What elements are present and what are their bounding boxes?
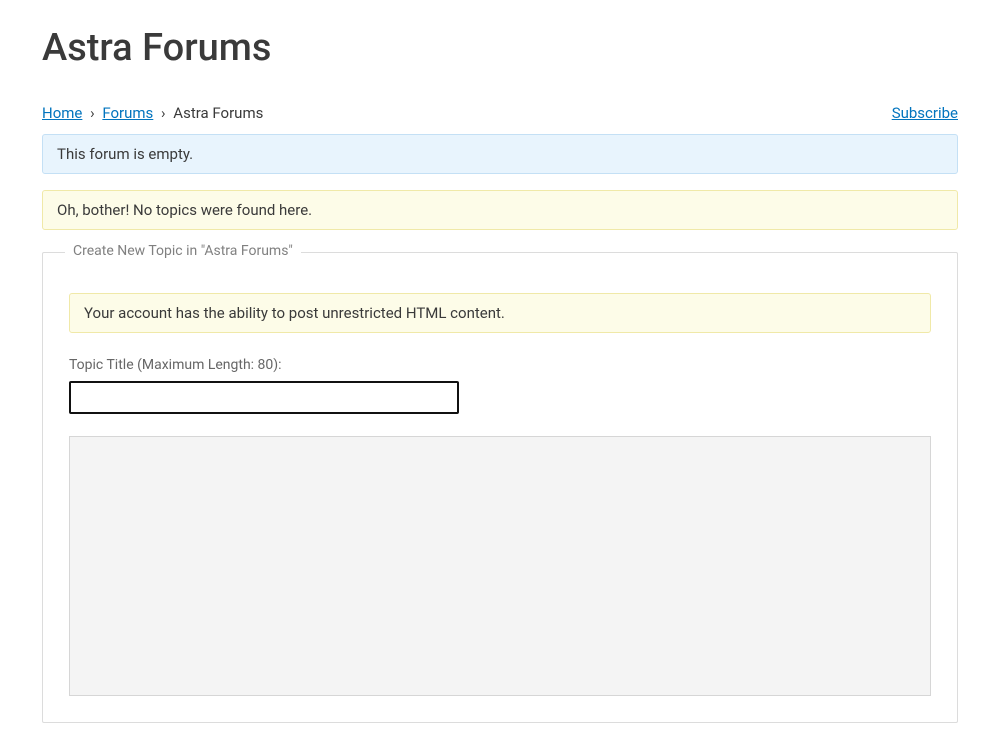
breadcrumb: Home › Forums › Astra Forums (42, 104, 263, 122)
breadcrumb-home-link[interactable]: Home (42, 104, 82, 122)
new-topic-legend: Create New Topic in "Astra Forums" (65, 243, 301, 259)
breadcrumb-separator: › (161, 104, 166, 122)
breadcrumb-row: Home › Forums › Astra Forums Subscribe (42, 104, 958, 122)
topic-title-label: Topic Title (Maximum Length: 80): (69, 357, 931, 373)
page-title: Astra Forums (42, 26, 958, 70)
topic-content-editor[interactable] (69, 436, 931, 696)
new-topic-fieldset: Create New Topic in "Astra Forums" Your … (42, 252, 958, 723)
breadcrumb-current: Astra Forums (173, 104, 263, 122)
no-topics-notice: Oh, bother! No topics were found here. (42, 190, 958, 230)
breadcrumb-separator: › (90, 104, 95, 122)
subscribe-link[interactable]: Subscribe (892, 104, 958, 122)
html-capability-notice: Your account has the ability to post unr… (69, 293, 931, 333)
breadcrumb-forums-link[interactable]: Forums (102, 104, 153, 122)
forum-empty-notice: This forum is empty. (42, 134, 958, 174)
topic-title-input[interactable] (69, 381, 459, 414)
